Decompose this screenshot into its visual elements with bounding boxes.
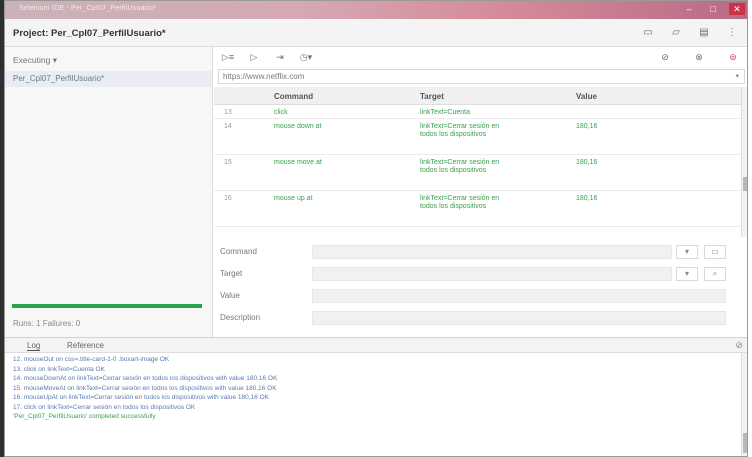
log-completed-line: 'Per_Cpl07_PerfilUsuario' completed succ…	[13, 413, 156, 420]
log-line: 12. mouseOut on css=.title-card-1-0 .box…	[13, 356, 170, 363]
commands-table: Command Target Value 13 click linkText=C…	[214, 87, 741, 237]
table-row[interactable]: 13 click linkText=Cuenta	[214, 105, 741, 119]
row-target: linkText=Cerrar sesión en todos los disp…	[420, 123, 500, 138]
row-target: linkText=Cerrar sesión en todos los disp…	[420, 159, 500, 174]
description-input[interactable]	[312, 311, 726, 325]
table-row[interactable]: 16 mouse up at linkText=Cerrar sesión en…	[214, 191, 741, 227]
row-number: 14	[224, 123, 232, 130]
description-label: Description	[220, 313, 261, 322]
test-name: Per_Cpl07_PerfilUsuario*	[13, 74, 105, 83]
title-bar: Selenium IDE - Per_CpI07_PerfilUsuario* …	[5, 1, 747, 19]
table-row[interactable]: 15 mouse move at linkText=Cerrar sesión …	[214, 155, 741, 191]
minimize-icon[interactable]: –	[681, 3, 697, 15]
step-over-icon[interactable]: ⇥	[272, 51, 288, 63]
value-input[interactable]	[312, 289, 726, 303]
test-sidebar: Executing ▾ Per_Cpl07_PerfilUsuario* Run…	[5, 47, 213, 337]
project-title[interactable]: Project: Per_Cpl07_PerfilUsuario*	[13, 28, 166, 39]
log-line: 14. mouseDownAt on linkText=Cerrar sesió…	[13, 375, 278, 382]
row-command: click	[274, 109, 288, 116]
selenium-ide-window: Selenium IDE - Per_CpI07_PerfilUsuario* …	[4, 0, 748, 457]
row-target: linkText=Cerrar sesión en todos los disp…	[420, 195, 500, 210]
find-target-icon[interactable]: ⌕	[704, 267, 726, 281]
test-list-item[interactable]: Per_Cpl07_PerfilUsuario*	[5, 71, 212, 87]
row-command: mouse down at	[274, 123, 322, 130]
log-line: 17. click on linkText=Cerrar sesión en t…	[13, 403, 196, 411]
command-label: Command	[220, 247, 257, 256]
log-scrollbar[interactable]	[741, 353, 747, 456]
new-project-icon[interactable]: ▭	[641, 26, 655, 39]
row-number: 16	[224, 195, 232, 202]
log-lines: 12. mouseOut on css=.title-card-1-0 .box…	[13, 356, 733, 423]
open-reference-icon[interactable]: ▭	[704, 245, 726, 259]
tab-log[interactable]: Log	[27, 341, 41, 351]
run-progress-bar	[12, 304, 202, 308]
executing-dropdown[interactable]: Executing ▾	[13, 55, 57, 66]
base-url-value: https://www.netflix.com	[223, 72, 305, 81]
chevron-down-icon[interactable]: ▾	[735, 72, 739, 80]
header-value: Value	[576, 92, 597, 101]
chevron-down-icon[interactable]: ▾	[676, 267, 698, 281]
run-toolbar: ▷≡ ▷ ⇥ ◷▾ ⊘ ⊗ ⊜	[214, 47, 747, 67]
row-number: 15	[224, 159, 232, 166]
row-value: 180,16	[576, 195, 598, 202]
close-icon[interactable]: ✕	[729, 3, 745, 15]
header-command: Command	[274, 92, 314, 101]
executing-label: Executing	[13, 55, 51, 65]
editor-main: ▷≡ ▷ ⇥ ◷▾ ⊘ ⊗ ⊜ https://www.netflix.com …	[214, 47, 747, 337]
command-input[interactable]	[312, 245, 672, 259]
base-url-field[interactable]: https://www.netflix.com ▾	[218, 69, 745, 84]
pause-on-exceptions-icon[interactable]: ⊗	[691, 51, 707, 63]
open-project-icon[interactable]: ▱	[669, 26, 683, 39]
log-tabs: Log Reference ⊘	[5, 338, 747, 353]
scrollbar-thumb[interactable]	[743, 433, 747, 453]
log-line: 15. mouseMoveAt on linkText=Cerrar sesió…	[13, 384, 277, 392]
value-label: Value	[220, 291, 240, 300]
row-target: linkText=Cuenta	[420, 109, 471, 116]
log-line: 13. click on linkText=Cuenta OK	[13, 365, 105, 373]
save-project-icon[interactable]: ▤	[697, 26, 711, 39]
window-controls: – □ ✕	[681, 3, 745, 15]
log-line: 16. mouseUpAt on linkText=Cerrar sesión …	[13, 394, 269, 401]
table-header: Command Target Value	[214, 87, 741, 105]
row-value: 180,16	[576, 123, 598, 130]
table-scrollbar[interactable]	[741, 87, 747, 237]
row-command: mouse move at	[274, 159, 322, 166]
row-number: 13	[224, 109, 232, 116]
project-bar: Project: Per_Cpl07_PerfilUsuario* ▭ ▱ ▤ …	[5, 19, 747, 47]
scrollbar-thumb[interactable]	[743, 177, 747, 191]
window-title: Selenium IDE - Per_CpI07_PerfilUsuario*	[19, 5, 156, 12]
target-label: Target	[220, 269, 243, 278]
project-actions: ▭ ▱ ▤ ⋮	[641, 26, 739, 39]
table-row[interactable]: 14 mouse down at linkText=Cerrar sesión …	[214, 119, 741, 155]
log-panel: Log Reference ⊘ 12. mouseOut on css=.tit…	[5, 337, 747, 456]
row-command: mouse up at	[274, 195, 313, 202]
run-all-tests-icon[interactable]: ▷≡	[220, 51, 236, 63]
disable-breakpoints-icon[interactable]: ⊘	[657, 51, 673, 63]
speed-icon[interactable]: ◷▾	[298, 51, 314, 63]
clear-log-icon[interactable]: ⊘	[735, 340, 743, 351]
tab-reference[interactable]: Reference	[67, 341, 104, 350]
command-editor: Command ▾ ▭ Target ▾ ⌕ Value Description	[214, 239, 747, 337]
chevron-down-icon[interactable]: ▾	[676, 245, 698, 259]
target-input[interactable]	[312, 267, 672, 281]
run-current-test-icon[interactable]: ▷	[246, 51, 262, 63]
maximize-icon[interactable]: □	[705, 3, 721, 15]
runs-summary: Runs: 1 Failures: 0	[13, 319, 81, 328]
row-value: 180,16	[576, 159, 598, 166]
header-target: Target	[420, 92, 444, 101]
record-icon[interactable]: ⊜	[725, 51, 741, 63]
more-options-icon[interactable]: ⋮	[725, 26, 739, 39]
